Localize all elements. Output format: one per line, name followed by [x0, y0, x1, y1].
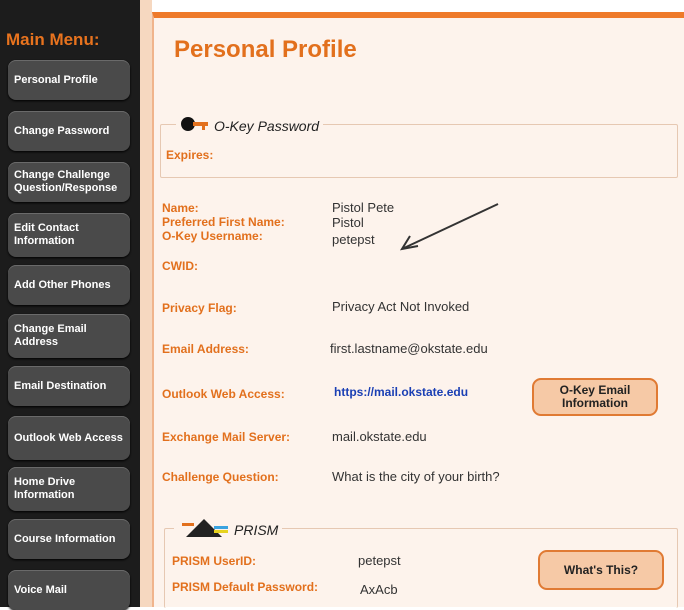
menu-email-destination[interactable]: Email Destination [8, 366, 130, 406]
menu-edit-contact[interactable]: Edit Contact Information [8, 213, 130, 257]
email-address-label: Email Address: [162, 342, 249, 356]
prism-logo-icon [178, 517, 230, 542]
outlook-web-access-link[interactable]: https://mail.okstate.edu [334, 385, 468, 399]
menu-change-password[interactable]: Change Password [8, 111, 130, 151]
menu-outlook-web-access[interactable]: Outlook Web Access [8, 416, 130, 460]
menu-personal-profile[interactable]: Personal Profile [8, 60, 130, 100]
page-title: Personal Profile [174, 36, 357, 63]
preferred-first-name-value: Pistol [332, 215, 364, 230]
sidebar-divider [140, 0, 152, 607]
okey-username-value: petepst [332, 232, 375, 247]
name-label: Name: [162, 201, 199, 215]
okey-email-information-button[interactable]: O-Key Email Information [532, 378, 658, 416]
menu-course-information[interactable]: Course Information [8, 519, 130, 559]
key-icon [180, 115, 210, 136]
prism-legend: PRISM [174, 517, 283, 542]
name-value: Pistol Pete [332, 200, 395, 215]
prism-default-password-label: PRISM Default Password: [172, 580, 319, 594]
outlook-web-access-label: Outlook Web Access: [162, 387, 285, 401]
okey-password-legend: O-Key Password [176, 115, 324, 136]
prism-userid-label: PRISM UserID: [172, 554, 257, 568]
okey-username-label: O-Key Username: [162, 229, 263, 243]
privacy-flag-label: Privacy Flag: [162, 301, 237, 315]
cwid-label: CWID: [162, 259, 198, 273]
exchange-mail-server-value: mail.okstate.edu [332, 429, 427, 444]
prism-default-password-value: AxAcb [360, 582, 398, 597]
menu-voice-mail[interactable]: Voice Mail [8, 570, 130, 610]
menu-change-email[interactable]: Change Email Address [8, 314, 130, 358]
privacy-flag-value: Privacy Act Not Invoked [332, 299, 470, 314]
main-menu-title: Main Menu: [6, 30, 100, 49]
menu-home-drive[interactable]: Home Drive Information [8, 467, 130, 511]
email-address-value: first.lastname@okstate.edu [330, 341, 488, 356]
challenge-question-value: What is the city of your birth? [332, 469, 500, 484]
main-menu-sidebar: Main Menu: Personal Profile Change Passw… [0, 0, 140, 610]
exchange-mail-server-label: Exchange Mail Server: [162, 430, 291, 444]
preferred-first-name-label: Preferred First Name: [162, 215, 285, 229]
expires-label: Expires: [166, 148, 214, 162]
challenge-question-label: Challenge Question: [162, 470, 279, 484]
annotation-arrow-icon [399, 203, 499, 251]
whats-this-button[interactable]: What's This? [538, 550, 664, 590]
prism-userid-value: petepst [358, 553, 401, 568]
menu-add-other-phones[interactable]: Add Other Phones [8, 265, 130, 305]
menu-change-challenge[interactable]: Change Challenge Question/Response [8, 162, 130, 202]
